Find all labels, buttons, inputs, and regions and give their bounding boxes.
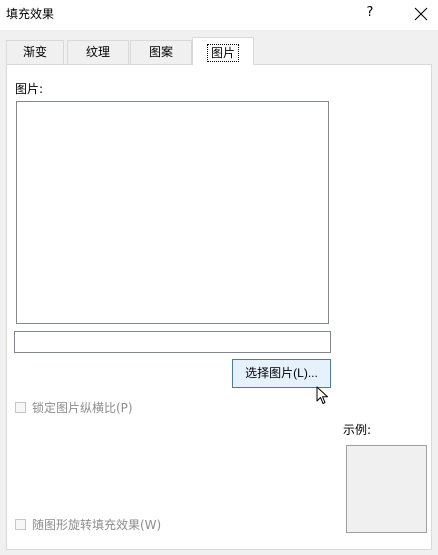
- picture-filename-field: [14, 331, 331, 353]
- picture-preview: [16, 101, 329, 324]
- rotate-with-shape-label: 随图形旋转填充效果(W): [32, 517, 162, 532]
- select-picture-button[interactable]: 选择图片(L)...: [232, 359, 331, 388]
- tab-pattern-label: 图案: [148, 45, 173, 59]
- checkbox-box: [15, 518, 26, 530]
- close-button[interactable]: [403, 0, 437, 28]
- sample-label: 示例:: [343, 423, 372, 437]
- sample-preview: [346, 445, 427, 533]
- rotate-with-shape-checkbox[interactable]: 随图形旋转填充效果(W): [15, 515, 161, 533]
- tab-gradient[interactable]: 渐变: [6, 40, 64, 64]
- checkbox-box: [15, 401, 26, 413]
- tab-pattern[interactable]: 图案: [130, 40, 192, 64]
- lock-aspect-ratio-checkbox[interactable]: 锁定图片纵横比(P): [15, 398, 133, 416]
- help-button[interactable]: ?: [358, 0, 382, 28]
- picture-label: 图片:: [15, 82, 44, 96]
- title-bar: 填充效果 ?: [0, 0, 438, 30]
- tab-picture-label: 图片: [206, 44, 239, 62]
- lock-aspect-ratio-label: 锁定图片纵横比(P): [32, 400, 133, 415]
- close-icon: [414, 7, 428, 21]
- mouse-cursor-icon: [316, 386, 328, 404]
- tab-texture-label: 纹理: [85, 45, 110, 59]
- tab-picture[interactable]: 图片: [192, 37, 254, 65]
- tab-texture[interactable]: 纹理: [67, 40, 129, 64]
- tab-gradient-label: 渐变: [22, 45, 47, 59]
- dialog-title: 填充效果: [6, 7, 55, 21]
